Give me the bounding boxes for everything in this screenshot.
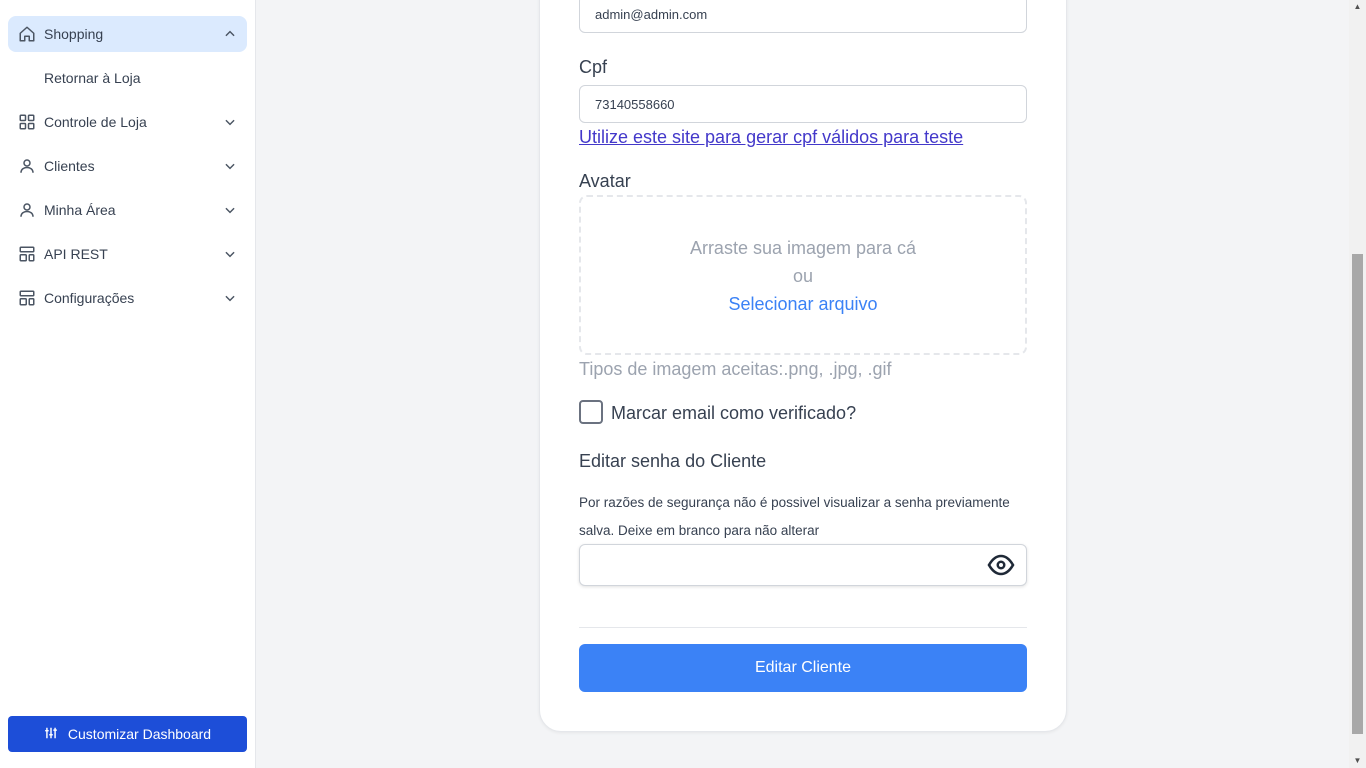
scrollbar-thumb[interactable] (1352, 254, 1363, 734)
home-icon (18, 25, 36, 43)
scroll-down-icon[interactable]: ▼ (1352, 754, 1363, 768)
scroll-up-icon[interactable]: ▲ (1352, 0, 1363, 14)
chevron-down-icon (223, 247, 237, 261)
password-section-title: Editar senha do Cliente (579, 451, 767, 471)
chevron-up-icon (223, 27, 237, 41)
sidebar: Shopping Retornar à Loja Controle de Loj… (0, 0, 256, 768)
sidebar-item-api-rest[interactable]: API REST (8, 236, 247, 272)
email-field[interactable]: admin@admin.com (579, 0, 1027, 33)
grid-icon (18, 113, 36, 131)
sidebar-item-label: Minha Área (44, 202, 116, 218)
password-note: Por razões de segurança não é possivel v… (579, 495, 1010, 538)
sidebar-item-clientes[interactable]: Clientes (8, 148, 247, 184)
sidebar-item-label: Controle de Loja (44, 114, 147, 130)
password-field[interactable] (579, 544, 1027, 586)
select-file-link[interactable]: Selecionar arquivo (581, 294, 1025, 315)
email-value: admin@admin.com (595, 6, 708, 22)
sidebar-subitem-return-store[interactable]: Retornar à Loja (44, 70, 141, 86)
cpf-field[interactable]: 73140558660 (579, 85, 1027, 123)
chevron-down-icon (223, 203, 237, 217)
image-types-hint: Tipos de imagem aceitas:.png, .jpg, .gif (579, 359, 892, 379)
dropzone-instruction: Arraste sua imagem para cá (689, 238, 917, 258)
eye-icon[interactable] (987, 554, 1015, 576)
layout-icon (18, 289, 36, 307)
form-divider (579, 627, 1027, 628)
chevron-down-icon (223, 115, 237, 129)
dropzone-or: ou (792, 266, 814, 286)
sidebar-item-label: Clientes (44, 158, 95, 174)
edit-client-label: Editar Cliente (754, 659, 852, 676)
sidebar-item-shopping[interactable]: Shopping (8, 16, 247, 52)
sidebar-item-label: Shopping (44, 26, 104, 42)
cpf-generator-link[interactable]: Utilize este site para gerar cpf válidos… (579, 127, 963, 148)
avatar-dropzone[interactable]: Arraste sua imagem para cá ou Selecionar… (579, 195, 1027, 355)
sliders-icon (44, 726, 58, 743)
sidebar-item-label: Configurações (44, 290, 135, 306)
user-icon (18, 157, 36, 175)
user-icon (18, 201, 36, 219)
avatar-label: Avatar (579, 171, 631, 191)
verify-email-checkbox[interactable] (579, 400, 603, 424)
customize-dashboard-label: Customizar Dashboard (67, 726, 212, 742)
layout-icon (18, 245, 36, 263)
edit-client-button[interactable]: Editar Cliente (579, 644, 1027, 692)
chevron-down-icon (223, 159, 237, 173)
cpf-value: 73140558660 (595, 96, 675, 112)
cpf-label: Cpf (579, 57, 608, 77)
chevron-down-icon (223, 291, 237, 305)
customize-dashboard-button[interactable]: Customizar Dashboard (8, 716, 247, 752)
verify-email-label[interactable]: Marcar email como verificado? (611, 403, 856, 424)
sidebar-item-controle-de-loja[interactable]: Controle de Loja (8, 104, 247, 140)
sidebar-item-minha-area[interactable]: Minha Área (8, 192, 247, 228)
sidebar-item-label: API REST (44, 246, 108, 262)
sidebar-item-configuracoes[interactable]: Configurações (8, 280, 247, 316)
